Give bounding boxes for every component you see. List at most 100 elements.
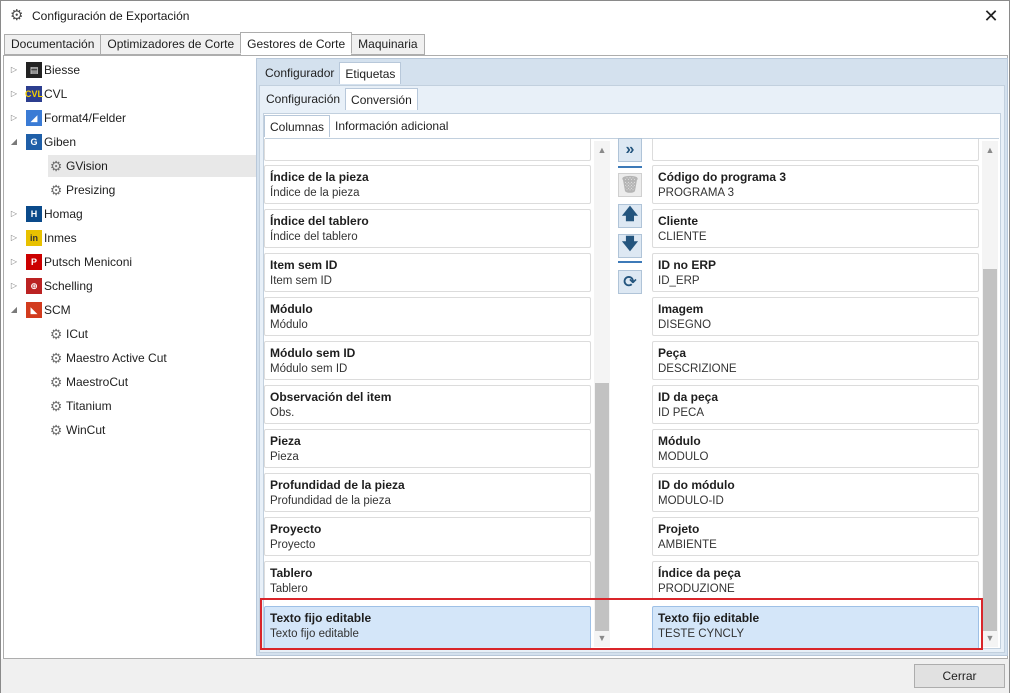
tree-item-icut[interactable]: ⚙ ICut bbox=[48, 323, 88, 345]
collapse-arrow-icon[interactable]: ◢ bbox=[8, 304, 20, 316]
list-item-subtitle: MODULO bbox=[658, 451, 709, 463]
list-item[interactable]: ID da peça ID PECA bbox=[652, 385, 979, 424]
tree-item-giben[interactable]: ◢ G Giben bbox=[8, 131, 76, 153]
list-item[interactable]: Peça DESCRIZIONE bbox=[652, 341, 979, 380]
tree-item-titanium[interactable]: ⚙ Titanium bbox=[48, 395, 112, 417]
expand-arrow-icon[interactable]: ▷ bbox=[8, 232, 20, 244]
left-scrollbar[interactable]: ▲ ▼ bbox=[594, 141, 610, 647]
refresh-button[interactable]: ⟳ bbox=[618, 270, 642, 294]
expand-arrow-icon[interactable]: ▷ bbox=[8, 280, 20, 292]
scroll-up-arrow-icon[interactable]: ▲ bbox=[594, 143, 610, 157]
list-item-title: Proyecto bbox=[270, 522, 322, 536]
list-item[interactable]: Imagem DISEGNO bbox=[652, 297, 979, 336]
list-item[interactable]: Texto fijo editable Texto fijo editable bbox=[264, 606, 591, 648]
list-item[interactable]: Proyecto Proyecto bbox=[264, 517, 591, 556]
list-item-subtitle: ID PECA bbox=[658, 407, 705, 419]
list-item[interactable]: ID no ERP ID_ERP bbox=[652, 253, 979, 292]
inmes-logo-icon: in bbox=[26, 230, 42, 246]
tab-optimizadores-de-corte[interactable]: Optimizadores de Corte bbox=[100, 34, 242, 55]
tab-documentacion[interactable]: Documentación bbox=[4, 34, 102, 55]
list-item[interactable]: Módulo Módulo bbox=[264, 297, 591, 336]
tree-item-wincut[interactable]: ⚙ WinCut bbox=[48, 419, 106, 441]
tree-item-label: CVL bbox=[44, 87, 68, 101]
list-item[interactable]: Imagen bbox=[264, 139, 591, 161]
list-item[interactable]: Código do programa 3 PROGRAMA 3 bbox=[652, 165, 979, 204]
conversion-subtabs: Columnas Información adicional bbox=[264, 115, 453, 137]
move-up-button[interactable]: 🡅 bbox=[618, 204, 642, 228]
format4-logo-icon: ◢ bbox=[26, 110, 42, 126]
tree-item-label: GVision bbox=[66, 159, 108, 173]
tree-item-homag[interactable]: ▷ H Homag bbox=[8, 203, 83, 225]
tree-item-label: Presizing bbox=[66, 183, 116, 197]
tab-maquinaria[interactable]: Maquinaria bbox=[351, 34, 425, 55]
close-window-button[interactable]: ✕ bbox=[979, 4, 1003, 28]
list-item-subtitle: Proyecto bbox=[270, 539, 316, 551]
export-config-window: ⚙ Configuración de Exportación ✕ Documen… bbox=[0, 0, 1010, 693]
main-tabs: Documentación Optimizadores de Corte Ges… bbox=[4, 32, 425, 55]
tree-item-label: Biesse bbox=[44, 63, 81, 77]
tree-item-gvision[interactable]: ⚙ GVision bbox=[48, 155, 256, 177]
move-down-button[interactable]: 🡇 bbox=[618, 234, 642, 258]
list-item[interactable]: Profundidad de la pieza Profundidad de la… bbox=[264, 473, 591, 512]
list-item[interactable]: PROGRAMA 2 bbox=[652, 139, 979, 161]
list-item[interactable]: Cliente CLIENTE bbox=[652, 209, 979, 248]
tab-columnas[interactable]: Columnas bbox=[264, 115, 331, 137]
tree-item-schelling[interactable]: ▷ ⊕ Schelling bbox=[8, 275, 93, 297]
tree-item-putsch-meniconi[interactable]: ▷ P Putsch Meniconi bbox=[8, 251, 132, 273]
tab-configuracion[interactable]: Configuración bbox=[261, 88, 345, 110]
list-item[interactable]: Índice del tablero Índice del tablero bbox=[264, 209, 591, 248]
list-item[interactable]: Item sem ID Item sem ID bbox=[264, 253, 591, 292]
right-scrollbar[interactable]: ▲ ▼ bbox=[982, 141, 998, 647]
tree-item-cvl[interactable]: ▷ CVL CVL bbox=[8, 83, 67, 105]
tree-item-maestro-active-cut[interactable]: ⚙ Maestro Active Cut bbox=[48, 347, 167, 369]
expand-arrow-icon[interactable]: ▷ bbox=[8, 88, 20, 100]
tab-configurador[interactable]: Configurador bbox=[260, 62, 339, 84]
tab-informacion-adicional[interactable]: Información adicional bbox=[330, 115, 453, 137]
list-item-title: Projeto bbox=[658, 522, 700, 536]
list-item[interactable]: Observación del item Obs. bbox=[264, 385, 591, 424]
list-item[interactable]: ID do módulo MODULO-ID bbox=[652, 473, 979, 512]
delete-button[interactable]: 🗑 bbox=[618, 173, 642, 197]
list-item[interactable]: Texto fijo editable TESTE CYNCLY bbox=[652, 606, 979, 648]
list-item[interactable]: Índice da peça PRODUZIONE bbox=[652, 561, 979, 600]
list-item[interactable]: Módulo sem ID Módulo sem ID bbox=[264, 341, 591, 380]
list-item[interactable]: Módulo MODULO bbox=[652, 429, 979, 468]
expand-arrow-icon[interactable]: ▷ bbox=[8, 112, 20, 124]
expand-arrow-icon[interactable]: ▷ bbox=[8, 256, 20, 268]
expand-arrow-icon[interactable]: ▷ bbox=[8, 64, 20, 76]
scroll-down-arrow-icon[interactable]: ▼ bbox=[982, 631, 998, 645]
list-item[interactable]: Índice de la pieza Índice de la pieza bbox=[264, 165, 591, 204]
window-title: Configuración de Exportación bbox=[32, 9, 190, 23]
scroll-thumb[interactable] bbox=[983, 269, 997, 631]
footer-bar bbox=[1, 659, 1009, 693]
gear-icon: ⚙ bbox=[49, 421, 63, 438]
tab-etiquetas[interactable]: Etiquetas bbox=[339, 62, 402, 84]
list-item[interactable]: Pieza Pieza bbox=[264, 429, 591, 468]
title-bar: ⚙ Configuración de Exportación ✕ bbox=[1, 1, 1009, 32]
list-item[interactable]: Projeto AMBIENTE bbox=[652, 517, 979, 556]
scroll-up-arrow-icon[interactable]: ▲ bbox=[982, 143, 998, 157]
tree-item-biesse[interactable]: ▷ ▤ Biesse bbox=[8, 59, 80, 81]
tab-conversion[interactable]: Conversión bbox=[345, 88, 418, 110]
list-item-title: Tablero bbox=[270, 566, 313, 580]
tree-item-maestrocut[interactable]: ⚙ MaestroCut bbox=[48, 371, 128, 393]
tab-gestores-de-corte[interactable]: Gestores de Corte bbox=[240, 32, 353, 54]
tree-item-inmes[interactable]: ▷ in Inmes bbox=[8, 227, 77, 249]
list-item[interactable]: Tablero Tablero bbox=[264, 561, 591, 600]
move-all-right-button[interactable]: » bbox=[618, 138, 642, 162]
list-item-title: Item sem ID bbox=[270, 258, 338, 272]
tree-item-format4-felder[interactable]: ▷ ◢ Format4/Felder bbox=[8, 107, 126, 129]
cvl-logo-icon: CVL bbox=[25, 86, 43, 102]
list-item-title: Código do programa 3 bbox=[658, 170, 787, 184]
tree-item-scm[interactable]: ◢ ◣ SCM bbox=[8, 299, 71, 321]
expand-arrow-icon[interactable]: ▷ bbox=[8, 208, 20, 220]
cut-manager-tree: ▷ ▤ Biesse ▷ CVL CVL ▷ ◢ Format4/Felder ◢ G Giben ⚙ G… bbox=[4, 57, 256, 657]
collapse-arrow-icon[interactable]: ◢ bbox=[8, 136, 20, 148]
scroll-down-arrow-icon[interactable]: ▼ bbox=[594, 631, 610, 645]
scroll-thumb[interactable] bbox=[595, 383, 609, 631]
gear-icon: ⚙ bbox=[49, 397, 63, 414]
schelling-logo-icon: ⊕ bbox=[26, 278, 42, 294]
tree-item-presizing[interactable]: ⚙ Presizing bbox=[48, 179, 116, 201]
tree-item-label: ICut bbox=[66, 327, 89, 341]
cerrar-button[interactable]: Cerrar bbox=[914, 664, 1005, 688]
